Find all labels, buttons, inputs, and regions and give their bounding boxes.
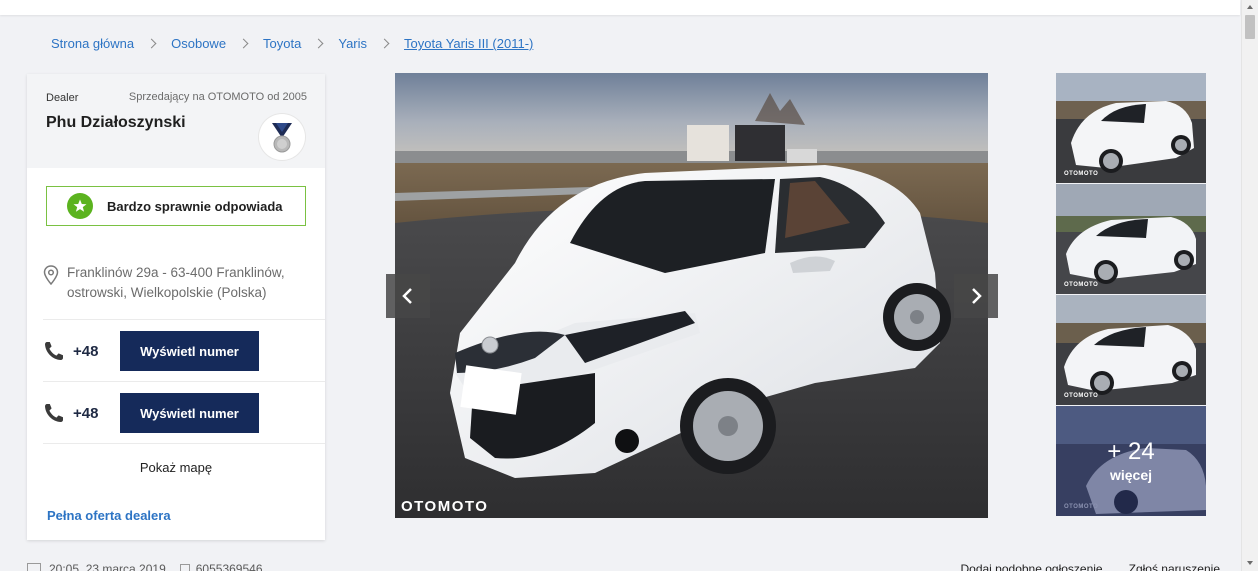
gallery-thumbnail[interactable]: OTOMOTO <box>1056 295 1206 405</box>
chevron-right-icon <box>379 38 390 49</box>
thumbnail-image <box>1056 295 1206 405</box>
dealer-name: Phu Działoszynski <box>46 114 186 131</box>
gallery-prev-button[interactable] <box>386 274 430 318</box>
breadcrumb-yaris[interactable]: Yaris <box>338 36 367 51</box>
thumbnail-watermark: OTOMOTO <box>1064 171 1099 177</box>
divider <box>43 319 325 320</box>
more-photos-overlay[interactable]: + 24 więcej <box>1056 406 1206 516</box>
listing-id: 6055369546 <box>195 562 263 571</box>
response-badge-label: Bardzo sprawnie odpowiada <box>107 198 283 214</box>
car-photo-image <box>395 73 988 518</box>
address-line-1: Franklinów 29a - 63-400 Franklinów, <box>67 265 285 280</box>
scroll-thumb[interactable] <box>1245 15 1255 39</box>
address-line-2: ostrowski, Wielkopolskie (Polska) <box>67 285 267 300</box>
phone-prefix: +48 <box>73 342 99 360</box>
phone-row-2: +48 Wyświetl numer <box>43 393 313 433</box>
add-similar-link[interactable]: Dodaj podobne ogłoszenie <box>960 562 1102 571</box>
phone-row-1: +48 Wyświetl numer <box>43 331 313 371</box>
full-dealer-offer-link[interactable]: Pełna oferta dealera <box>47 508 171 523</box>
thumbnail-image <box>1056 73 1206 183</box>
report-link[interactable]: Zgłoś naruszenie <box>1129 562 1220 571</box>
scroll-down-icon[interactable] <box>1247 561 1253 565</box>
more-photos-count: + 24 <box>1107 438 1155 465</box>
phone-icon <box>45 404 63 422</box>
phone-prefix: +48 <box>73 404 99 422</box>
dealer-since-label: Sprzedający na OTOMOTO od 2005 <box>128 91 307 103</box>
gallery-thumbnail[interactable]: OTOMOTO <box>1056 73 1206 183</box>
show-number-button[interactable]: Wyświetl numer <box>120 393 259 433</box>
gallery-more-thumbnail[interactable]: OTOMOTO + 24 więcej <box>1056 406 1206 516</box>
show-map-link[interactable]: Pokaż mapę <box>27 460 325 475</box>
breadcrumb-yaris-iii[interactable]: Toyota Yaris III (2011-) <box>404 36 533 51</box>
otomoto-watermark: OTOMOTO <box>401 498 489 515</box>
page-scrollbar[interactable] <box>1241 0 1258 571</box>
chevron-right-icon <box>146 38 157 49</box>
divider <box>43 381 325 382</box>
gallery-thumbnail[interactable]: OTOMOTO <box>1056 184 1206 294</box>
chevron-right-icon <box>313 38 324 49</box>
breadcrumb-home[interactable]: Strona główna <box>51 36 134 51</box>
chevron-right-icon <box>972 288 982 304</box>
map-pin-icon <box>43 265 59 285</box>
response-badge: Bardzo sprawnie odpowiada <box>46 186 306 226</box>
chevron-right-icon <box>238 38 249 49</box>
breadcrumb: Strona główna Osobowe Toyota Yaris Toyot… <box>51 36 533 51</box>
breadcrumb-passenger-cars[interactable]: Osobowe <box>171 36 226 51</box>
dealer-card: Dealer Sprzedający na OTOMOTO od 2005 Ph… <box>27 74 325 540</box>
phone-icon <box>45 342 63 360</box>
listing-date: 20:05, 23 marca 2019 <box>49 562 166 571</box>
calendar-icon <box>27 563 41 571</box>
medal-icon <box>259 114 305 160</box>
gallery-next-button[interactable] <box>954 274 998 318</box>
star-icon <box>67 193 93 219</box>
breadcrumb-toyota[interactable]: Toyota <box>263 36 301 51</box>
more-photos-label: więcej <box>1109 467 1153 483</box>
thumbnail-watermark: OTOMOTO <box>1064 282 1099 288</box>
thumbnail-watermark: OTOMOTO <box>1064 393 1099 399</box>
chevron-left-icon <box>402 288 412 304</box>
listing-meta-bar: 20:05, 23 marca 2019 6055369546 Dodaj po… <box>27 562 1240 571</box>
dealer-header: Dealer Sprzedający na OTOMOTO od 2005 Ph… <box>27 74 325 168</box>
show-number-button[interactable]: Wyświetl numer <box>120 331 259 371</box>
main-car-photo[interactable]: OTOMOTO <box>395 73 988 518</box>
scroll-up-icon[interactable] <box>1247 5 1253 9</box>
id-icon <box>179 564 190 571</box>
thumbnail-image <box>1056 184 1206 294</box>
divider <box>43 443 325 444</box>
top-header-bar <box>0 0 1240 15</box>
dealer-type-label: Dealer <box>46 92 79 104</box>
dealer-address: Franklinów 29a - 63-400 Franklinów, ostr… <box>43 263 313 303</box>
